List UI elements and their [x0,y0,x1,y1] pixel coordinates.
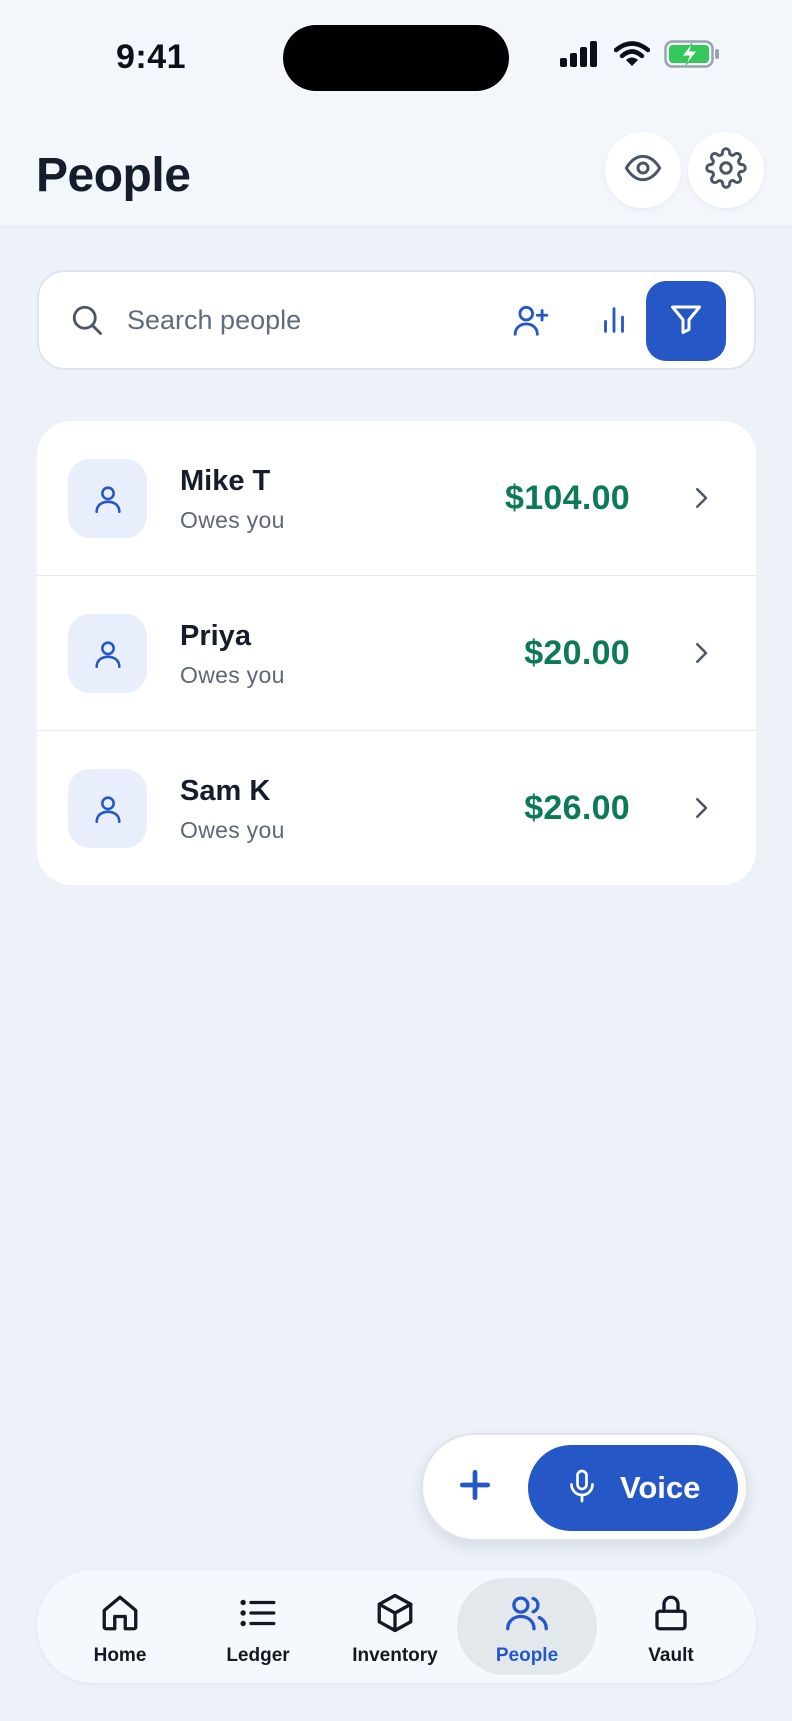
person-status: Owes you [180,507,285,533]
page-header: People [0,120,792,227]
person-status: Owes you [180,662,285,688]
person-status: Owes you [180,817,285,843]
people-list: Mike T Owes you $104.00 Priya Owes you $… [37,421,756,885]
people-screen: 9:41 People Search people Mike T Owes yo… [0,0,792,1721]
nav-item-people[interactable]: People [457,1578,597,1675]
status-time: 9:41 [116,38,187,76]
list-icon [237,1592,279,1639]
status-icons [560,40,720,73]
box-icon [374,1592,416,1639]
add-entry-button[interactable] [449,1461,501,1513]
search-bar [37,270,756,370]
nav-label: Inventory [352,1645,438,1666]
dynamic-island [283,25,509,91]
add-person-button[interactable] [503,294,559,350]
filter-icon [668,301,704,342]
nav-item-inventory[interactable]: Inventory [325,1578,465,1675]
bottom-nav: Home Ledger Inventory People Vault [37,1570,756,1683]
person-name: Mike T [180,465,271,497]
gear-icon [705,146,747,194]
nav-item-ledger[interactable]: Ledger [188,1578,328,1675]
stats-button[interactable] [586,294,642,350]
nav-label: People [495,1645,559,1666]
eye-icon [623,148,663,193]
chevron-right-icon [686,793,716,828]
avatar [68,459,147,538]
person-amount: $104.00 [504,479,630,517]
nav-label: Vault [648,1645,694,1666]
lock-icon [650,1592,692,1639]
battery-charging-icon [664,40,720,73]
wifi-icon [613,41,651,72]
person-row[interactable]: Priya Owes you $20.00 [37,576,756,731]
cellular-signal-icon [560,41,600,72]
person-name: Sam K [180,775,271,807]
person-amount: $20.00 [524,634,630,672]
person-row[interactable]: Mike T Owes you $104.00 [37,421,756,576]
nav-label: Home [93,1645,147,1666]
people-icon [504,1592,550,1639]
nav-item-vault[interactable]: Vault [601,1578,741,1675]
nav-item-home[interactable]: Home [50,1578,190,1675]
status-bar: 9:41 [0,0,792,120]
search-icon [69,302,105,343]
chevron-right-icon [686,483,716,518]
settings-button[interactable] [688,132,764,208]
voice-button[interactable]: Voice [528,1445,738,1531]
nav-label: Ledger [226,1645,290,1666]
person-row[interactable]: Sam K Owes you $26.00 [37,731,756,885]
search-input[interactable] [127,297,467,343]
quick-action-bar: Voice [421,1433,748,1541]
page-title: People [36,149,191,202]
person-name: Priya [180,620,251,652]
chevron-right-icon [686,638,716,673]
home-icon [99,1592,141,1639]
visibility-toggle-button[interactable] [605,132,681,208]
person-amount: $26.00 [524,789,630,827]
avatar [68,769,147,848]
add-person-icon [512,301,550,344]
filter-button[interactable] [646,281,726,361]
voice-label: Voice [620,1470,701,1505]
avatar [68,614,147,693]
microphone-icon [564,1468,600,1509]
bar-chart-icon [597,303,631,342]
plus-icon [456,1466,494,1509]
